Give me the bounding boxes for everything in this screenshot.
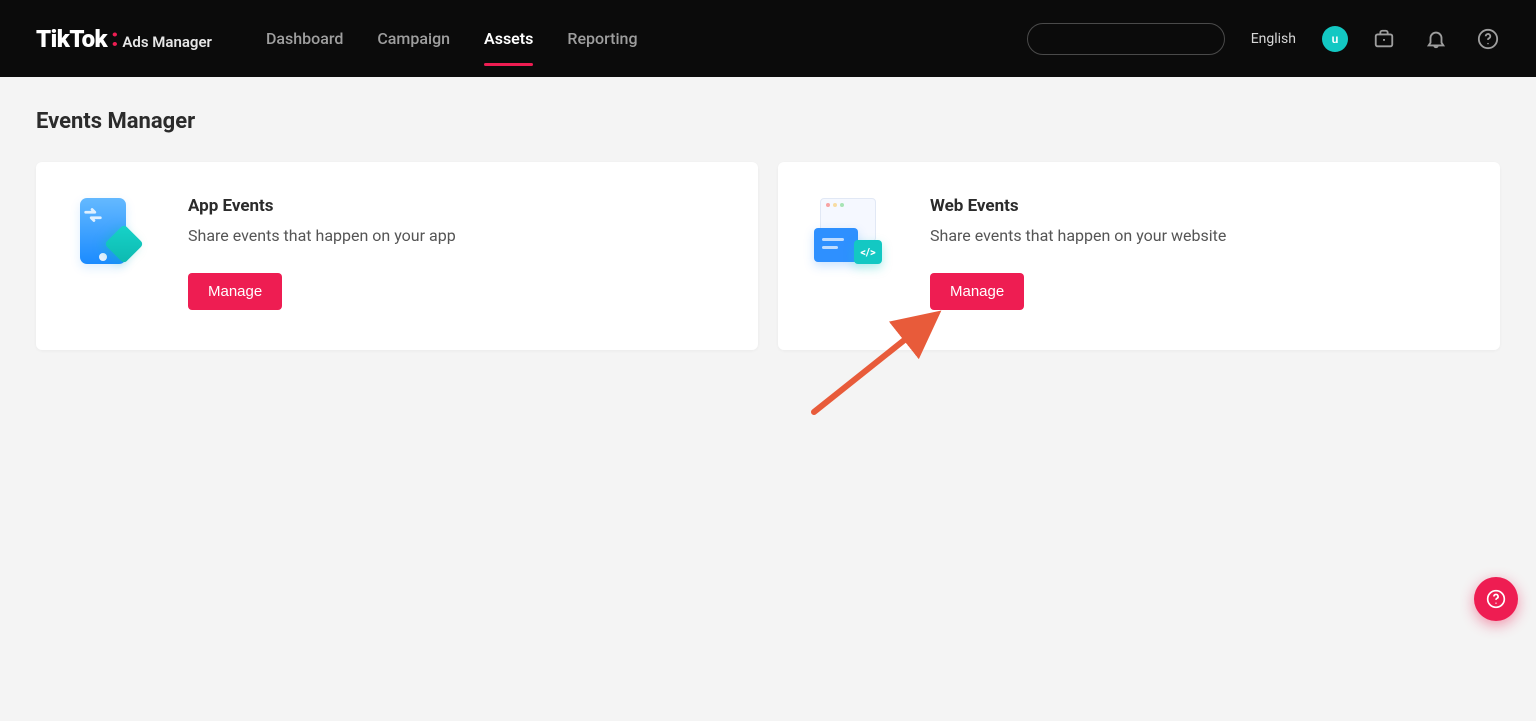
page-title: Events Manager bbox=[36, 109, 1500, 134]
web-events-icon: </> bbox=[814, 198, 884, 268]
briefcase-icon[interactable] bbox=[1372, 27, 1396, 51]
help-icon[interactable] bbox=[1476, 27, 1500, 51]
nav-reporting[interactable]: Reporting bbox=[567, 23, 637, 54]
nav-dashboard[interactable]: Dashboard bbox=[266, 23, 343, 54]
primary-nav: Dashboard Campaign Assets Reporting bbox=[266, 23, 638, 54]
event-cards: App Events Share events that happen on y… bbox=[36, 162, 1500, 350]
card-app-events: App Events Share events that happen on y… bbox=[36, 162, 758, 350]
card-description: Share events that happen on your website bbox=[930, 226, 1464, 245]
card-title: App Events bbox=[188, 196, 722, 216]
brand-dot-icon: : bbox=[111, 26, 118, 50]
brand-suffix: Ads Manager bbox=[122, 33, 212, 51]
card-title: Web Events bbox=[930, 196, 1464, 216]
brand: TikTok : Ads Manager bbox=[36, 25, 212, 53]
card-description: Share events that happen on your app bbox=[188, 226, 722, 245]
avatar[interactable]: u bbox=[1322, 26, 1348, 52]
nav-assets[interactable]: Assets bbox=[484, 23, 533, 54]
manage-web-events-button[interactable]: Manage bbox=[930, 273, 1024, 310]
brand-wordmark: TikTok bbox=[36, 25, 107, 53]
help-fab[interactable] bbox=[1474, 577, 1518, 621]
language-switcher[interactable]: English bbox=[1251, 31, 1296, 47]
manage-app-events-button[interactable]: Manage bbox=[188, 273, 282, 310]
card-web-events: </> Web Events Share events that happen … bbox=[778, 162, 1500, 350]
page-content: Events Manager App Events Share events t… bbox=[0, 77, 1536, 382]
top-bar: TikTok : Ads Manager Dashboard Campaign … bbox=[0, 0, 1536, 77]
bell-icon[interactable] bbox=[1424, 27, 1448, 51]
nav-campaign[interactable]: Campaign bbox=[377, 23, 450, 54]
search-input[interactable] bbox=[1027, 23, 1225, 55]
app-events-icon bbox=[72, 198, 142, 268]
